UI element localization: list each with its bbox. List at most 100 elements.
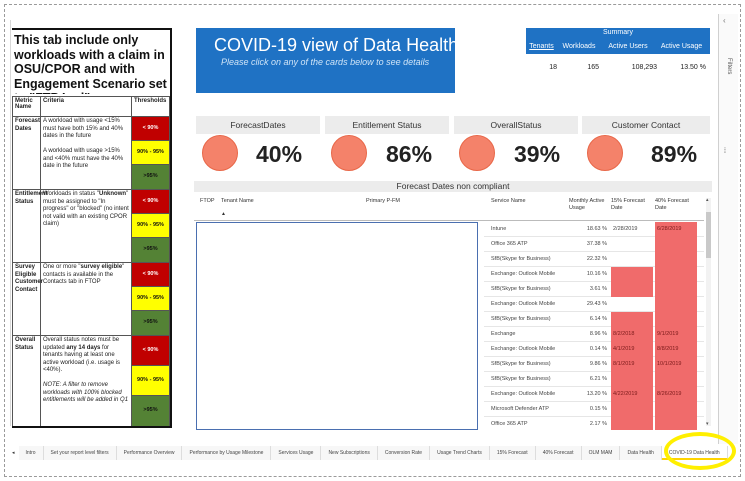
highlight-annotation	[664, 432, 736, 470]
table-row[interactable]: Microsoft Defender ATP 0.15 %	[484, 402, 704, 417]
page-tab[interactable]: 40% Forecast	[535, 446, 582, 460]
criteria-header-row: Metric Name Criteria Thresholds	[12, 96, 170, 117]
report-title-box: COVID-19 view of Data Health Please clic…	[196, 28, 458, 93]
monthly-active-usage: 0.14 %	[589, 346, 607, 352]
forecast-15-date: 4/22/2019	[611, 387, 653, 402]
service-name: Office 365 ATP	[491, 421, 528, 427]
table-row[interactable]: SfB(Skype for Business) 6.21 %	[484, 372, 704, 387]
table-row[interactable]: Intune 18.63 % 2/28/2019 6/28/2019	[484, 222, 704, 237]
threshold-cell: < 90% 90% - 95% >95%	[131, 335, 170, 426]
table-row[interactable]: SfB(Skype for Business) 6.14 %	[484, 312, 704, 327]
page-tab[interactable]: Performance Overview	[116, 446, 183, 460]
forecast-15-date	[611, 297, 653, 312]
page-tab[interactable]: New Subscriptions	[321, 446, 378, 460]
col-40-forecast-date[interactable]: 40% Forecast Date	[655, 194, 695, 220]
card-customer-contact-value[interactable]: 89%	[651, 141, 697, 168]
scrollbar-thumb[interactable]	[706, 212, 711, 258]
card-entitlement-status-title[interactable]: Entitlement Status	[325, 116, 449, 134]
col-primary-pfm[interactable]: Primary P-FM	[366, 194, 400, 220]
forecast-40-date	[655, 312, 697, 327]
col-monthly-active-usage[interactable]: Monthly Active Usage	[569, 194, 609, 220]
summary-header-row: Tenants Workloads Active Users Active Us…	[526, 38, 710, 54]
forecast-40-date	[655, 372, 697, 387]
table-row[interactable]: Office 365 ATP 2.17 %	[484, 417, 704, 430]
metric-name: Forecast Dates	[12, 116, 41, 190]
forecast-40-date: 9/1/2019	[655, 327, 697, 342]
sort-ascending-icon[interactable]: ▲	[221, 211, 226, 217]
scroll-down-icon[interactable]: ▾	[706, 421, 709, 427]
metric-name-header: Metric Name	[12, 96, 41, 117]
col-15-forecast-date[interactable]: 15% Forecast Date	[611, 194, 651, 220]
metric-name: Overall Status	[12, 335, 41, 426]
table-row[interactable]: SfB(Skype for Business) 22.32 %	[484, 252, 704, 267]
service-name: Microsoft Defender ATP	[491, 406, 549, 412]
monthly-active-usage: 29.43 %	[586, 301, 607, 307]
chevron-left-icon[interactable]: ‹	[723, 16, 726, 25]
summary-title: Summary	[526, 28, 710, 38]
table-scrollbar[interactable]: ▴ ▾	[706, 197, 711, 427]
threshold-red: < 90%	[132, 117, 169, 141]
card-customer-contact-circle[interactable]	[587, 135, 623, 171]
page-tab[interactable]: OLM MAM	[581, 446, 621, 460]
card-overall-status-value[interactable]: 39%	[514, 141, 560, 168]
card-entitlement-status-value[interactable]: 86%	[386, 141, 432, 168]
table-row[interactable]: SfB(Skype for Business) 3.61 %	[484, 282, 704, 297]
table-row[interactable]: Exchange: Outlook Mobile 10.16 %	[484, 267, 704, 282]
card-forecast-dates-circle[interactable]	[202, 135, 238, 171]
card-customer-contact-title[interactable]: Customer Contact	[582, 116, 710, 134]
threshold-yellow: 90% - 95%	[132, 141, 169, 165]
table-row[interactable]: Exchange: Outlook Mobile 29.43 %	[484, 297, 704, 312]
service-name: Exchange: Outlook Mobile	[491, 271, 556, 277]
filters-pane-collapsed[interactable]: ‹ Filters	[718, 14, 738, 444]
noncompliant-table[interactable]: FTOP Tenant Name ▲ Primary P-FM Service …	[194, 194, 712, 430]
monthly-active-usage: 10.16 %	[586, 271, 607, 277]
service-name: Office 365 ATP	[491, 241, 528, 247]
forecast-15-date: 2/28/2019	[613, 226, 638, 232]
page-tab[interactable]: Intro	[18, 446, 44, 460]
monthly-active-usage: 2.17 %	[589, 421, 607, 427]
monthly-active-usage: 6.14 %	[589, 316, 607, 322]
table-row[interactable]: SfB(Skype for Business) 9.86 % 8/1/2019 10/…	[484, 357, 704, 372]
table-row[interactable]: Office 365 ATP 37.38 %	[484, 237, 704, 252]
forecast-40-date	[655, 237, 697, 252]
page-tab[interactable]: Performance by Usage Milestone	[182, 446, 272, 460]
page-tab[interactable]: Data Health	[620, 446, 662, 460]
forecast-40-date: 8/26/2019	[655, 387, 697, 402]
scroll-up-icon[interactable]: ▴	[706, 197, 709, 203]
card-overall-status-title[interactable]: OverallStatus	[454, 116, 578, 134]
card-entitlement-status-circle[interactable]	[331, 135, 367, 171]
table-row[interactable]: Exchange 8.96 % 8/2/2018 9/1/2019	[484, 327, 704, 342]
forecast-15-date: 8/2/2018	[611, 327, 653, 342]
col-ftop[interactable]: FTOP	[200, 194, 215, 220]
summary-col-active-usage[interactable]: Active Usage	[657, 43, 709, 50]
expand-handle-icon[interactable]: ⁞	[724, 148, 726, 155]
summary-values-row: 18 165 108,293 13.50 %	[526, 60, 710, 74]
tab-nav-left-icon[interactable]: ◂	[8, 446, 19, 460]
forecast-15-date	[611, 252, 653, 267]
forecast-15-date	[611, 402, 653, 417]
criteria-row: Entitlement Status Workloads in status "…	[12, 189, 170, 263]
summary-col-workloads[interactable]: Workloads	[559, 43, 599, 50]
page-tab[interactable]: Usage Trend Charts	[430, 446, 490, 460]
summary-col-tenants[interactable]: Tenants	[526, 43, 559, 50]
criteria-row: Survey Eligible Customer Contact One or …	[12, 262, 170, 336]
table-row[interactable]: Exchange: Outlook Mobile 13.20 % 4/22/2019…	[484, 387, 704, 402]
criteria-row: Overall Status Overall status notes must…	[12, 335, 170, 426]
page-tab[interactable]: Set your report level filters	[43, 446, 117, 460]
filters-label[interactable]: Filters	[726, 58, 732, 74]
tenant-selection-box[interactable]	[196, 222, 478, 430]
threshold-cell: < 90% 90% - 95% >95%	[131, 189, 170, 263]
card-forecast-dates-title[interactable]: ForecastDates	[196, 116, 320, 134]
threshold-green: >95%	[132, 165, 169, 189]
forecast-40-date	[655, 402, 697, 417]
card-forecast-dates-value[interactable]: 40%	[256, 141, 302, 168]
page-tab[interactable]: Conversion Rate	[377, 446, 431, 460]
threshold-green: >95%	[132, 238, 169, 262]
criteria-heading: This tab include only workloads with a c…	[14, 33, 167, 94]
table-row[interactable]: Exchange: Outlook Mobile 0.14 % 4/1/2019 8/…	[484, 342, 704, 357]
summary-col-active-users[interactable]: Active Users	[599, 43, 657, 50]
page-tab[interactable]: 15% Forecast	[489, 446, 536, 460]
card-overall-status-circle[interactable]	[459, 135, 495, 171]
col-service-name[interactable]: Service Name	[491, 194, 526, 220]
page-tab[interactable]: Services Usage	[271, 446, 322, 460]
